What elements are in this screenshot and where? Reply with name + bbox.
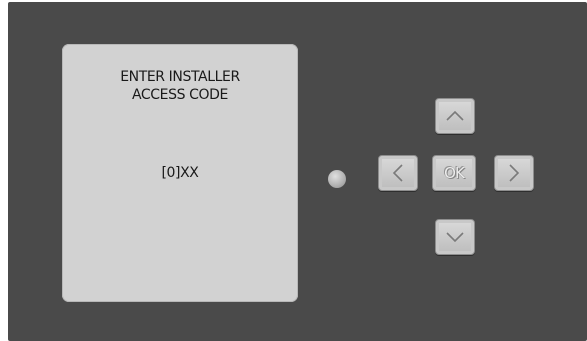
ok-label: OK: [444, 164, 465, 182]
display-line-2: ACCESS CODE: [132, 87, 228, 103]
right-button[interactable]: [494, 155, 534, 191]
down-button[interactable]: [435, 219, 475, 255]
left-button[interactable]: [378, 155, 418, 191]
chevron-down-icon: [446, 232, 464, 243]
status-led: [328, 170, 346, 188]
chevron-right-icon: [509, 164, 520, 182]
up-button[interactable]: [435, 98, 475, 134]
display-line-1: ENTER INSTALLER: [120, 69, 240, 85]
chevron-left-icon: [392, 164, 403, 182]
ok-button[interactable]: OK: [432, 155, 476, 191]
chevron-up-icon: [446, 110, 464, 121]
lcd-display: ENTER INSTALLER ACCESS CODE [0]XX: [62, 44, 298, 302]
access-code-entry: [0]XX: [161, 165, 199, 181]
